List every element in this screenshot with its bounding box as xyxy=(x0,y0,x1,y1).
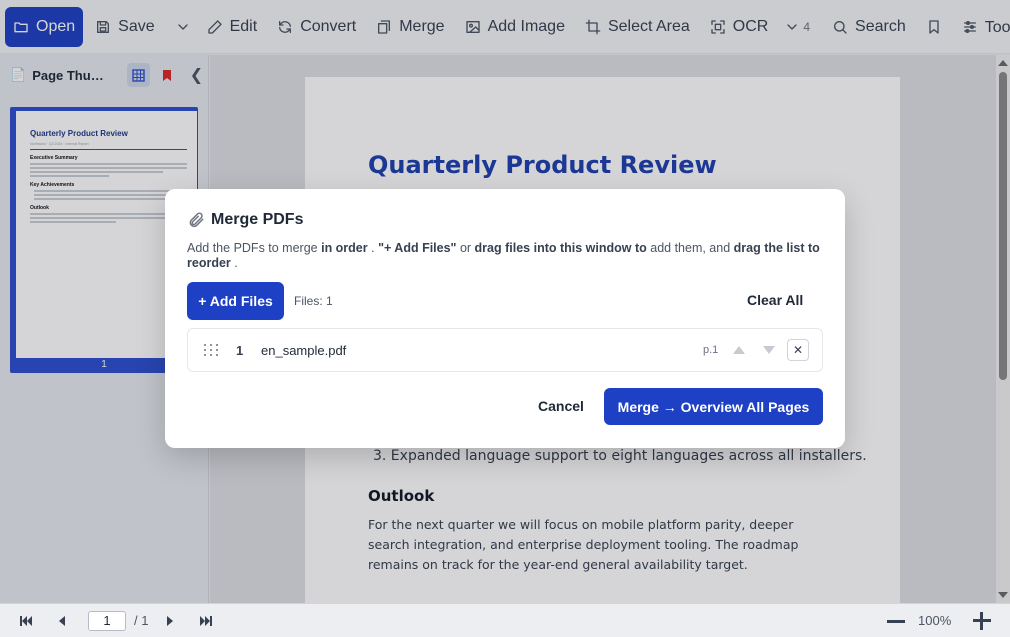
zoom-in-button[interactable] xyxy=(972,611,992,631)
skip-last-icon xyxy=(200,615,213,626)
move-up-button[interactable] xyxy=(728,339,750,361)
previous-page-button[interactable] xyxy=(44,604,80,637)
desc-bold: "+ Add Files" xyxy=(378,241,457,255)
desc-text: . xyxy=(367,241,379,255)
page-number-input[interactable]: 1 xyxy=(88,610,126,631)
desc-text: or xyxy=(456,241,475,255)
dialog-description: Add the PDFs to merge in order . "+ Add … xyxy=(187,241,827,271)
last-page-button[interactable] xyxy=(188,604,224,637)
navigation-bar: 1 / 1 100% xyxy=(0,603,1010,637)
file-page-count: p.1 xyxy=(703,344,719,356)
remove-file-button[interactable]: ✕ xyxy=(787,339,809,361)
file-name: en_sample.pdf xyxy=(261,343,347,358)
desc-bold: in order xyxy=(321,241,368,255)
list-item[interactable]: 1 en_sample.pdf p.1 ✕ xyxy=(187,328,823,372)
zoom-level: 100% xyxy=(918,613,952,628)
first-page-button[interactable] xyxy=(8,604,44,637)
cancel-button[interactable]: Cancel xyxy=(538,398,584,414)
minus-icon xyxy=(887,619,905,623)
paperclip-icon xyxy=(189,212,204,228)
add-files-button[interactable]: + Add Files xyxy=(187,282,284,320)
triangle-right-icon xyxy=(167,615,174,626)
file-index: 1 xyxy=(236,343,244,358)
next-page-button[interactable] xyxy=(152,604,188,637)
desc-text: add them, and xyxy=(646,241,734,255)
dialog-title-text: Merge PDFs xyxy=(211,211,304,228)
zoom-out-button[interactable] xyxy=(886,612,906,630)
clear-all-button[interactable]: Clear All xyxy=(747,292,803,308)
arrow-down-icon xyxy=(763,346,775,354)
desc-text: . xyxy=(230,256,238,270)
skip-first-icon xyxy=(20,615,32,626)
files-count: Files: 1 xyxy=(294,294,333,308)
triangle-left-icon xyxy=(59,615,65,626)
drag-handle-icon[interactable] xyxy=(202,344,218,356)
desc-text: Add the PDFs to merge xyxy=(187,241,322,255)
arrow-up-icon xyxy=(733,346,745,354)
page-total: / 1 xyxy=(134,613,149,628)
desc-bold: drag files into this window to xyxy=(474,241,647,255)
merge-pdfs-dialog: Merge PDFs Add the PDFs to merge in orde… xyxy=(165,189,845,448)
close-icon: ✕ xyxy=(792,343,804,357)
merge-overview-button[interactable]: Merge → Overview All Pages xyxy=(604,388,823,425)
dialog-title: Merge PDFs xyxy=(187,211,303,229)
move-down-button[interactable] xyxy=(758,339,780,361)
